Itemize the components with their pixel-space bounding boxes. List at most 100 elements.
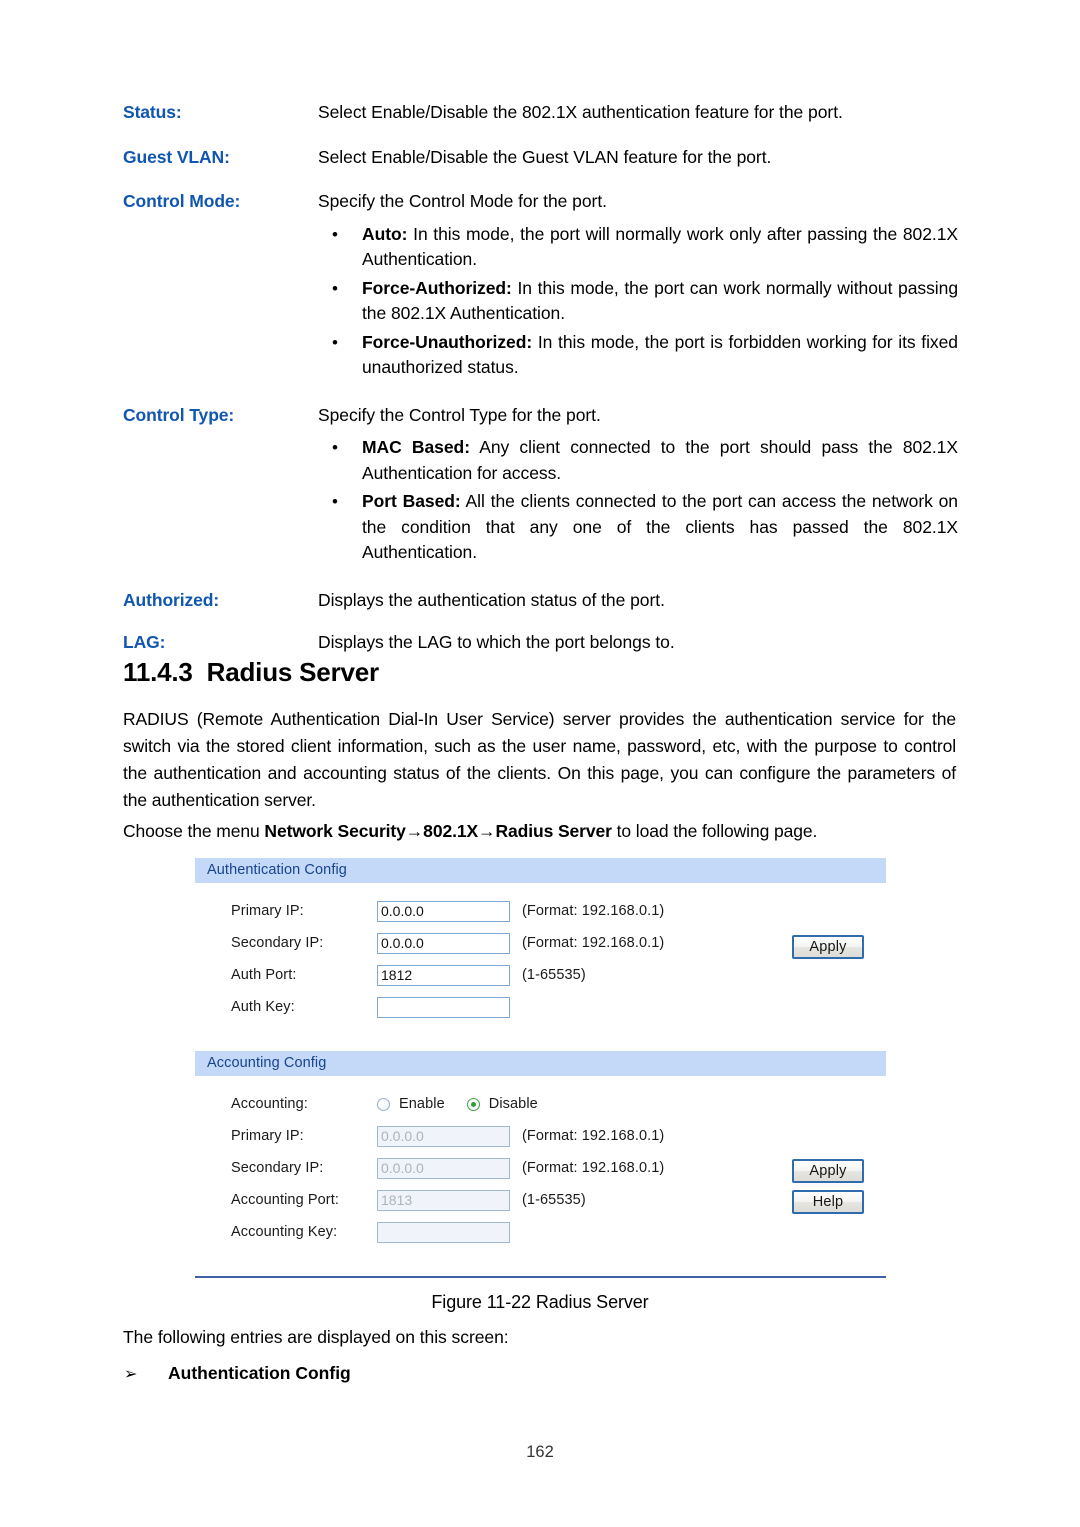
- auth-primary-ip-label: Primary IP:: [231, 903, 304, 919]
- bullet-term: Auto:: [362, 223, 408, 244]
- auth-apply-button[interactable]: Apply: [792, 935, 864, 959]
- definition-term-lag: LAG:: [123, 632, 166, 652]
- section-title: Radius Server: [206, 657, 379, 687]
- accounting-primary-ip-label: Primary IP:: [231, 1128, 304, 1144]
- accounting-disable-radio[interactable]: Disable: [466, 1096, 538, 1112]
- accounting-apply-button[interactable]: Apply: [792, 1159, 864, 1183]
- definition-term-control-mode: Control Mode:: [123, 191, 241, 211]
- accounting-radio-group: Enable Disable: [377, 1096, 560, 1112]
- menu-path: Network Security→802.1X→Radius Server: [264, 821, 612, 841]
- bullet-term: MAC Based:: [362, 437, 470, 457]
- accounting-primary-ip-input[interactable]: [377, 1125, 510, 1147]
- auth-config-panel-header: Authentication Config: [195, 858, 886, 883]
- auth-secondary-ip-input[interactable]: [377, 932, 510, 954]
- entries-intro-text: The following entries are displayed on t…: [123, 1327, 509, 1347]
- definition-row-control-type: Control Type: Specify the Control Type f…: [123, 403, 958, 569]
- panel-bottom-rule: [195, 1276, 886, 1278]
- radio-selected-icon: [466, 1097, 480, 1111]
- definition-term-authorized: Authorized:: [123, 589, 220, 610]
- bullet-dot-icon: •: [332, 278, 338, 298]
- accounting-secondary-ip-hint: (Format: 192.168.0.1): [522, 1160, 665, 1176]
- bullet-dot-icon: •: [332, 332, 338, 352]
- definition-description-control-mode: Specify the Control Mode for the port. •…: [318, 189, 958, 384]
- definition-description-authorized: Displays the authentication status of th…: [318, 588, 958, 614]
- definition-term-guest-vlan: Guest VLAN:: [123, 146, 230, 167]
- auth-port-hint: (1-65535): [522, 967, 586, 983]
- accounting-toggle-label: Accounting:: [231, 1096, 308, 1112]
- definition-description-control-type: Specify the Control Type for the port. •…: [318, 403, 958, 569]
- definition-lead: Displays the LAG to which the port belon…: [318, 632, 675, 652]
- radio-unselected-icon: [377, 1097, 390, 1111]
- bullet-text: In this mode, the port will normally wor…: [362, 223, 958, 270]
- auth-key-input[interactable]: [377, 996, 510, 1018]
- definition-row-authorized: Authorized: Displays the authentication …: [123, 588, 958, 614]
- definition-row-control-mode: Control Mode: Specify the Control Mode f…: [123, 189, 958, 384]
- section-heading: 11.4.3 Radius Server: [123, 657, 379, 688]
- auth-key-label: Auth Key:: [231, 999, 295, 1015]
- definition-lead: Select Enable/Disable the Guest VLAN fea…: [318, 146, 772, 167]
- definition-lead: Displays the authentication status of th…: [318, 589, 665, 610]
- accounting-secondary-ip-label: Secondary IP:: [231, 1160, 324, 1176]
- figure-caption: Figure 11-22 Radius Server: [431, 1292, 649, 1312]
- entries-list-item-authentication-config: ➢ Authentication Config: [124, 1363, 351, 1384]
- accounting-enable-label: Enable: [399, 1096, 445, 1112]
- accounting-primary-ip-row: Primary IP: (Format: 192.168.0.1): [195, 1120, 886, 1152]
- accounting-config-panel-header: Accounting Config: [195, 1051, 886, 1076]
- definition-row-guest-vlan: Guest VLAN: Select Enable/Disable the Gu…: [123, 145, 958, 171]
- definition-description-status: Select Enable/Disable the 802.1X authent…: [318, 100, 958, 126]
- auth-key-row: Auth Key:: [195, 991, 886, 1023]
- document-page: Status: Select Enable/Disable the 802.1X…: [0, 0, 1080, 1527]
- definition-lead: Specify the Control Mode for the port.: [318, 191, 607, 211]
- bullet-item: • MAC Based: Any client connected to the …: [318, 435, 958, 486]
- bullet-term: Force-Authorized:: [362, 277, 512, 298]
- section-number: 11.4.3: [123, 657, 193, 687]
- panel-spacer: [195, 1033, 886, 1051]
- accounting-toggle-row: Accounting: Enable Disable: [195, 1088, 886, 1120]
- radius-server-screenshot: Authentication Config Primary IP: (Forma…: [195, 858, 886, 1278]
- bullet-list-control-mode: • Auto: In this mode, the port will norma…: [318, 222, 958, 381]
- accounting-enable-radio[interactable]: Enable: [377, 1096, 445, 1112]
- definition-description-guest-vlan: Select Enable/Disable the Guest VLAN fea…: [318, 145, 958, 171]
- bullet-dot-icon: •: [332, 492, 338, 511]
- definition-description-lag: Displays the LAG to which the port belon…: [318, 630, 958, 656]
- auth-primary-ip-hint: (Format: 192.168.0.1): [522, 903, 665, 919]
- auth-secondary-ip-label: Secondary IP:: [231, 935, 324, 951]
- page-number: 162: [526, 1443, 554, 1461]
- auth-port-row: Auth Port: (1-65535): [195, 959, 886, 991]
- accounting-config-panel-body: Accounting: Enable Disable Primary IP: (…: [195, 1076, 886, 1258]
- auth-secondary-ip-row: Secondary IP: (Format: 192.168.0.1): [195, 927, 886, 959]
- definition-lead: Specify the Control Type for the port.: [318, 404, 601, 425]
- intro-paragraph: RADIUS (Remote Authentication Dial-In Us…: [123, 709, 956, 810]
- auth-secondary-ip-hint: (Format: 192.168.0.1): [522, 935, 665, 951]
- accounting-port-input[interactable]: [377, 1189, 510, 1211]
- bullet-item: • Force-Authorized: In this mode, the por…: [318, 276, 958, 327]
- bullet-term: Force-Unauthorized:: [362, 331, 533, 352]
- accounting-key-input[interactable]: [377, 1221, 510, 1243]
- definition-row-lag: LAG: Displays the LAG to which the port …: [123, 630, 958, 656]
- entries-list-item-label: Authentication Config: [168, 1363, 351, 1383]
- accounting-port-hint: (1-65535): [522, 1192, 586, 1208]
- accounting-key-label: Accounting Key:: [231, 1224, 338, 1240]
- accounting-button-column: Apply Help: [792, 1159, 864, 1221]
- arrow-bullet-icon: ➢: [124, 1366, 138, 1383]
- auth-port-input[interactable]: [377, 964, 510, 986]
- menu-prefix: Choose the menu: [123, 821, 265, 841]
- definition-list: Status: Select Enable/Disable the 802.1X…: [123, 100, 958, 673]
- auth-primary-ip-input[interactable]: [377, 900, 510, 922]
- definition-row-status: Status: Select Enable/Disable the 802.1X…: [123, 100, 958, 126]
- bullet-list-control-type: • MAC Based: Any client connected to the …: [318, 435, 958, 566]
- accounting-port-label: Accounting Port:: [231, 1192, 339, 1208]
- accounting-port-row: Accounting Port: (1-65535): [195, 1184, 886, 1216]
- auth-primary-ip-row: Primary IP: (Format: 192.168.0.1): [195, 895, 886, 927]
- definition-term-control-type: Control Type:: [123, 404, 235, 425]
- bullet-term: Port Based:: [362, 491, 461, 511]
- menu-path-paragraph: Choose the menu Network Security→802.1X→…: [123, 818, 956, 845]
- accounting-primary-ip-hint: (Format: 192.168.0.1): [522, 1128, 665, 1144]
- accounting-disable-label: Disable: [488, 1096, 538, 1112]
- bullet-item: • Force-Unauthorized: In this mode, the p…: [318, 330, 958, 381]
- accounting-help-button[interactable]: Help: [792, 1190, 864, 1214]
- auth-button-column: Apply: [792, 935, 864, 966]
- accounting-secondary-ip-input[interactable]: [377, 1157, 510, 1179]
- auth-config-panel-body: Primary IP: (Format: 192.168.0.1) Second…: [195, 883, 886, 1033]
- auth-port-label: Auth Port:: [231, 967, 297, 983]
